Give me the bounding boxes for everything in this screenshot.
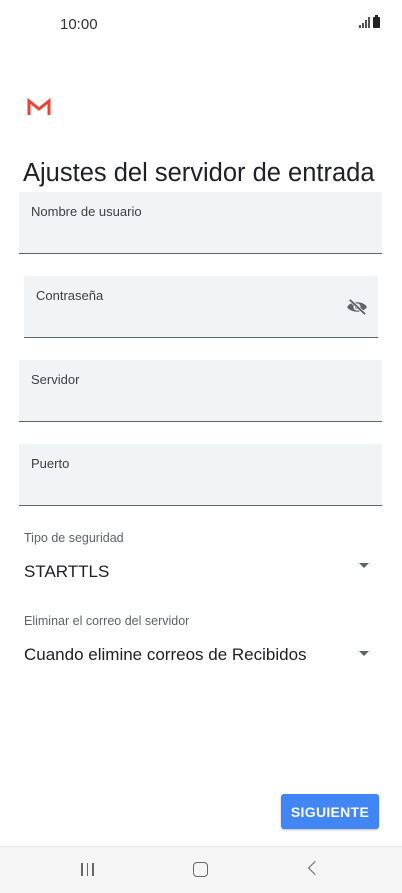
password-label: Contraseña xyxy=(36,288,104,303)
recent-apps-icon[interactable] xyxy=(81,863,94,876)
battery-icon xyxy=(373,15,380,28)
chevron-down-icon[interactable] xyxy=(359,651,369,656)
delete-mail-value[interactable]: Cuando elimine correos de Recibidos xyxy=(24,645,307,665)
gmail-logo-icon xyxy=(27,98,51,115)
delete-mail-label: Eliminar el correo del servidor xyxy=(24,614,190,628)
page-title: Ajustes del servidor de entrada xyxy=(23,159,375,188)
next-button[interactable]: SIGUIENTE xyxy=(281,794,379,829)
signal-icon xyxy=(359,16,370,28)
server-field[interactable]: Servidor xyxy=(19,360,382,422)
port-label: Puerto xyxy=(31,456,70,471)
password-field[interactable]: Contraseña xyxy=(24,276,378,338)
security-type-value[interactable]: STARTTLS xyxy=(24,562,109,582)
navigation-bar xyxy=(0,846,402,893)
port-field[interactable]: Puerto xyxy=(19,444,382,506)
home-icon[interactable] xyxy=(193,862,208,877)
server-label: Servidor xyxy=(31,372,80,387)
back-icon[interactable] xyxy=(307,860,323,876)
port-input[interactable] xyxy=(31,475,342,499)
username-field[interactable]: Nombre de usuario xyxy=(19,192,382,254)
security-type-label: Tipo de seguridad xyxy=(24,531,124,545)
username-label: Nombre de usuario xyxy=(31,204,142,219)
eye-off-icon[interactable] xyxy=(346,298,368,316)
server-input[interactable] xyxy=(31,391,342,415)
status-time: 10:00 xyxy=(60,16,98,33)
username-input[interactable] xyxy=(31,223,342,247)
password-input[interactable] xyxy=(36,307,338,331)
status-icons xyxy=(359,15,380,28)
chevron-down-icon[interactable] xyxy=(359,563,369,568)
status-bar: 10:00 xyxy=(0,0,402,50)
